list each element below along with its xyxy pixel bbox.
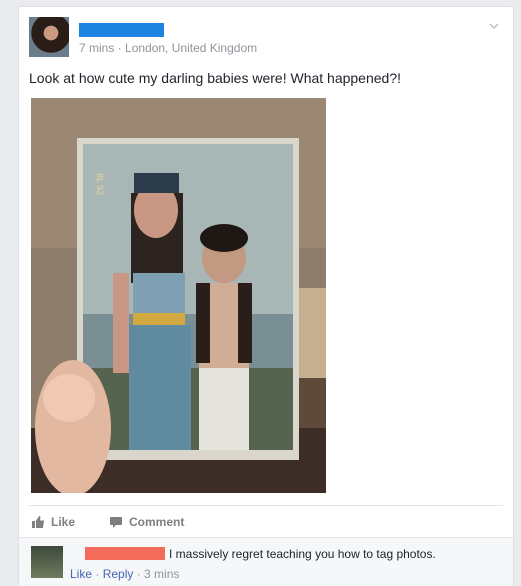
comment-like-link[interactable]: Like	[70, 567, 92, 581]
commenter-avatar[interactable]	[31, 546, 63, 578]
photo-print-label: 8L 92	[95, 173, 105, 195]
comment-meta: Like · Reply · 3 mins	[70, 567, 179, 581]
post-card: 7 mins · London, United Kingdom Look at …	[18, 6, 514, 586]
thumbs-up-icon	[31, 515, 45, 529]
like-button[interactable]: Like	[31, 515, 75, 529]
comment-timestamp[interactable]: 3 mins	[144, 567, 179, 581]
comment-button[interactable]: Comment	[109, 515, 184, 529]
comment-meta-sep: ·	[92, 567, 103, 581]
action-divider	[29, 505, 503, 506]
comment-label: Comment	[129, 515, 185, 529]
chevron-down-icon[interactable]	[487, 19, 501, 33]
post-timestamp[interactable]: 7 mins	[79, 41, 114, 55]
comment-reply-link[interactable]: Reply	[103, 567, 134, 581]
post-location[interactable]: London, United Kingdom	[125, 41, 257, 55]
like-label: Like	[51, 515, 76, 529]
comment-text: I massively regret teaching you how to t…	[169, 547, 436, 561]
comment-meta-sep: ·	[133, 567, 145, 581]
post-photo[interactable]: 8L 92	[31, 98, 326, 493]
meta-separator: ·	[114, 41, 126, 55]
post-meta: 7 mins · London, United Kingdom	[79, 41, 257, 55]
author-avatar[interactable]	[29, 17, 69, 57]
post-text: Look at how cute my darling babies were!…	[29, 70, 402, 86]
comments-section: I massively regret teaching you how to t…	[19, 537, 513, 586]
author-name-redacted[interactable]	[79, 23, 164, 37]
commenter-name-redacted[interactable]	[85, 547, 165, 560]
comment-icon	[109, 515, 123, 529]
